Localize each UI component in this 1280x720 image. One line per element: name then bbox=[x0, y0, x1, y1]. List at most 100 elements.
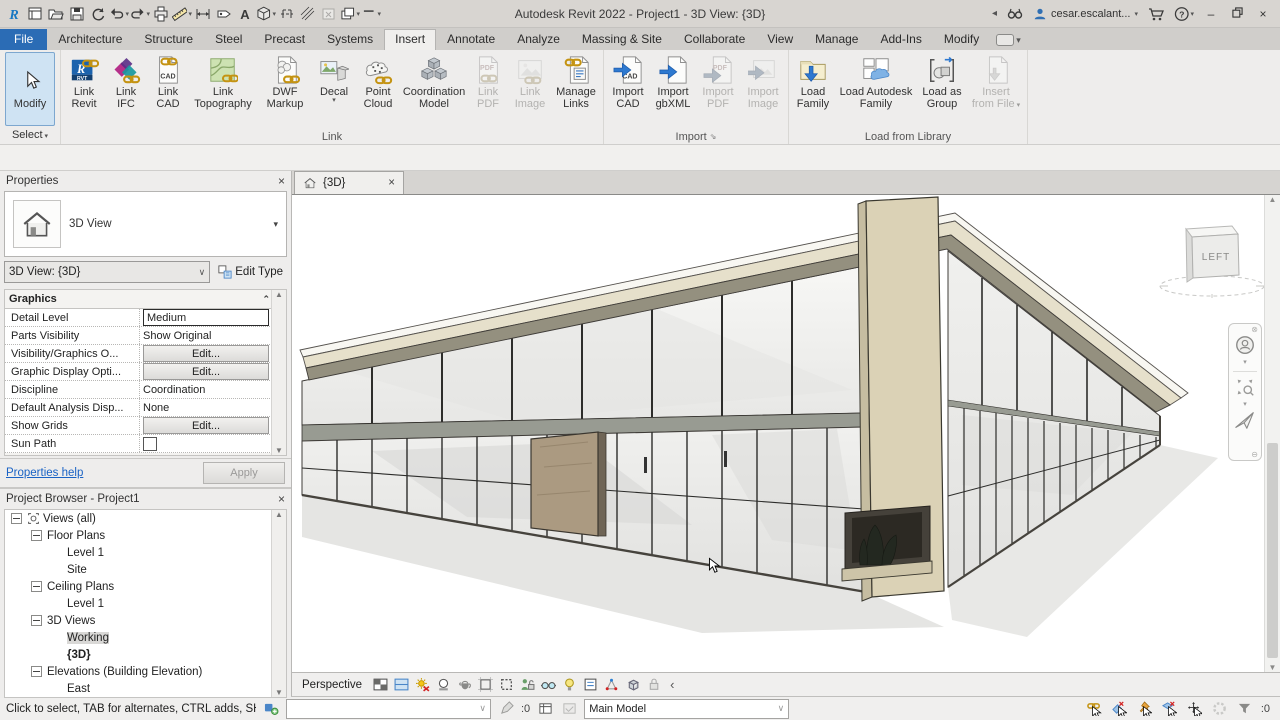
close-inactive-windows-icon[interactable] bbox=[319, 4, 339, 24]
search-binoculars-icon[interactable] bbox=[1005, 4, 1025, 24]
selection-filter-icon[interactable] bbox=[1236, 700, 1254, 718]
graphic-display-options-icon[interactable] bbox=[393, 676, 410, 693]
edit-type-button[interactable]: Edit Type bbox=[214, 264, 287, 280]
scroll-up-icon[interactable]: ▲ bbox=[1269, 195, 1277, 204]
canvas-vertical-scrollbar[interactable]: ▲ ▼ bbox=[1264, 195, 1280, 672]
tab-steel[interactable]: Steel bbox=[204, 29, 253, 50]
tree-item-level-1[interactable]: Level 1 bbox=[5, 544, 286, 561]
modify-button[interactable]: Modify bbox=[5, 52, 55, 126]
home-icon[interactable] bbox=[25, 4, 45, 24]
zoom-menu-caret-icon[interactable]: ▾ bbox=[1243, 401, 1247, 409]
main-model-combo[interactable]: Main Model∨ bbox=[584, 699, 789, 719]
open-icon[interactable] bbox=[46, 4, 66, 24]
tab-manage[interactable]: Manage bbox=[804, 29, 869, 50]
fly-mode-icon[interactable] bbox=[1234, 409, 1256, 434]
view-tab-3d[interactable]: {3D} × bbox=[294, 171, 404, 194]
collapse-icon[interactable] bbox=[31, 581, 42, 592]
ribbon-display-toggle[interactable]: ▾ bbox=[996, 34, 1021, 50]
steering-wheel-icon[interactable] bbox=[1234, 334, 1256, 359]
ribbon-button-link-topography[interactable]: LinkTopography bbox=[189, 52, 257, 112]
select-links-toggle-icon[interactable] bbox=[1086, 700, 1104, 718]
tree-item-ceiling-plans[interactable]: Ceiling Plans bbox=[5, 578, 286, 595]
restore-button[interactable] bbox=[1228, 7, 1246, 21]
view-selector-combo[interactable]: 3D View: {3D}∨ bbox=[4, 261, 210, 283]
view-tab-close-icon[interactable]: × bbox=[388, 177, 395, 189]
shopping-cart-icon[interactable] bbox=[1146, 4, 1166, 24]
ribbon-button-link-ifc[interactable]: LinkIFC bbox=[105, 52, 147, 112]
design-option-combo[interactable]: ∨ bbox=[286, 699, 491, 719]
displacement-sets-icon[interactable] bbox=[624, 676, 641, 693]
measure-icon[interactable] bbox=[172, 4, 192, 24]
tree-item-east[interactable]: East bbox=[5, 680, 286, 697]
detail-level-field[interactable]: Medium bbox=[143, 309, 269, 326]
user-account-menu[interactable]: cesar.escalant... ▾ bbox=[1033, 7, 1138, 21]
navigation-bar[interactable]: ⊗ ▾ ▾ ⊖ bbox=[1228, 323, 1262, 461]
text-icon[interactable]: A bbox=[235, 4, 255, 24]
tab-add-ins[interactable]: Add-Ins bbox=[869, 29, 932, 50]
tag-icon[interactable] bbox=[214, 4, 234, 24]
tree-item-floor-plans[interactable]: Floor Plans bbox=[5, 527, 286, 544]
ribbon-button-decal[interactable]: Decal bbox=[313, 52, 355, 106]
tab-systems[interactable]: Systems bbox=[316, 29, 384, 50]
navbar-minimize-icon[interactable]: ⊖ bbox=[1251, 450, 1258, 459]
tab-view[interactable]: View bbox=[756, 29, 804, 50]
pan-zoom-icon[interactable] bbox=[1234, 376, 1256, 401]
collapse-icon[interactable] bbox=[11, 513, 22, 524]
select-dropdown[interactable]: Select bbox=[12, 126, 48, 141]
view-cube[interactable]: LEFT bbox=[1150, 223, 1270, 303]
collapse-icon[interactable] bbox=[31, 530, 42, 541]
parts-visibility-value[interactable]: Show Original bbox=[143, 330, 211, 342]
minimize-button[interactable]: – bbox=[1202, 7, 1220, 21]
type-selector[interactable]: 3D View ▾ bbox=[4, 191, 287, 257]
tree-item-working[interactable]: Working bbox=[5, 629, 286, 646]
worksets-dialog-icon[interactable] bbox=[536, 700, 554, 718]
3d-model-view[interactable] bbox=[292, 195, 1280, 672]
select-underlay-toggle-icon[interactable] bbox=[1111, 700, 1129, 718]
help-icon[interactable]: ? bbox=[1174, 4, 1194, 24]
tab-collaborate[interactable]: Collaborate bbox=[673, 29, 756, 50]
undo-icon[interactable] bbox=[109, 4, 129, 24]
ribbon-button-coordination-model[interactable]: CoordinationModel bbox=[401, 52, 467, 112]
sun-path-checkbox[interactable] bbox=[143, 437, 157, 451]
scroll-down-icon[interactable]: ▼ bbox=[1269, 663, 1277, 672]
shadows-icon[interactable] bbox=[435, 676, 452, 693]
tab-insert[interactable]: Insert bbox=[384, 29, 436, 50]
project-browser-close-icon[interactable]: × bbox=[278, 492, 285, 506]
tab-precast[interactable]: Precast bbox=[253, 29, 316, 50]
model-canvas[interactable]: LEFT ⊗ ▾ ▾ ⊖ ▲ ▼ bbox=[292, 195, 1280, 672]
temporary-view-properties-icon[interactable] bbox=[582, 676, 599, 693]
analytical-model-icon[interactable] bbox=[603, 676, 620, 693]
view-scale-control[interactable]: Perspective bbox=[302, 679, 362, 691]
collapse-icon[interactable] bbox=[31, 666, 42, 677]
default-analysis-value[interactable]: None bbox=[143, 402, 169, 414]
ribbon-button-dwf-markup[interactable]: DWFMarkup bbox=[257, 52, 313, 112]
visibility-graphics-edit-button[interactable]: Edit... bbox=[143, 345, 269, 362]
graphics-section-header[interactable]: Graphics bbox=[9, 293, 57, 305]
close-button[interactable]: × bbox=[1254, 7, 1272, 21]
tab-file[interactable]: File bbox=[0, 29, 47, 50]
properties-help-link[interactable]: Properties help bbox=[6, 467, 83, 479]
tab-analyze[interactable]: Analyze bbox=[506, 29, 571, 50]
browser-scrollbar[interactable]: ▲▼ bbox=[271, 510, 286, 697]
view-control-bar-collapse-icon[interactable]: ‹ bbox=[670, 677, 674, 692]
tab-structure[interactable]: Structure bbox=[133, 29, 204, 50]
properties-close-icon[interactable]: × bbox=[278, 174, 285, 188]
tree-item-elevations[interactable]: Elevations (Building Elevation) bbox=[5, 663, 286, 680]
customize-qat-icon[interactable] bbox=[361, 4, 381, 24]
scrollbar-thumb[interactable] bbox=[1267, 443, 1278, 658]
crop-view-icon[interactable] bbox=[477, 676, 494, 693]
tree-item-site[interactable]: Site bbox=[5, 561, 286, 578]
revit-logo-icon[interactable]: R bbox=[4, 4, 24, 24]
ribbon-button-link-cad[interactable]: CADLinkCAD bbox=[147, 52, 189, 112]
editing-requests-icon[interactable] bbox=[497, 700, 515, 718]
reveal-constraints-icon[interactable] bbox=[645, 676, 662, 693]
aligned-dimension-icon[interactable] bbox=[193, 4, 213, 24]
tree-item-3d[interactable]: {3D} bbox=[5, 646, 286, 663]
reveal-hidden-elements-icon[interactable] bbox=[561, 676, 578, 693]
ribbon-button-manage-links[interactable]: ManageLinks bbox=[551, 52, 601, 112]
type-selector-caret-icon[interactable]: ▾ bbox=[273, 219, 278, 230]
tree-item-3d-views[interactable]: 3D Views bbox=[5, 612, 286, 629]
sun-path-off-icon[interactable] bbox=[414, 676, 431, 693]
thin-lines-icon[interactable] bbox=[298, 4, 318, 24]
ribbon-button-load-autodesk-family[interactable]: Load AutodeskFamily bbox=[835, 52, 917, 112]
